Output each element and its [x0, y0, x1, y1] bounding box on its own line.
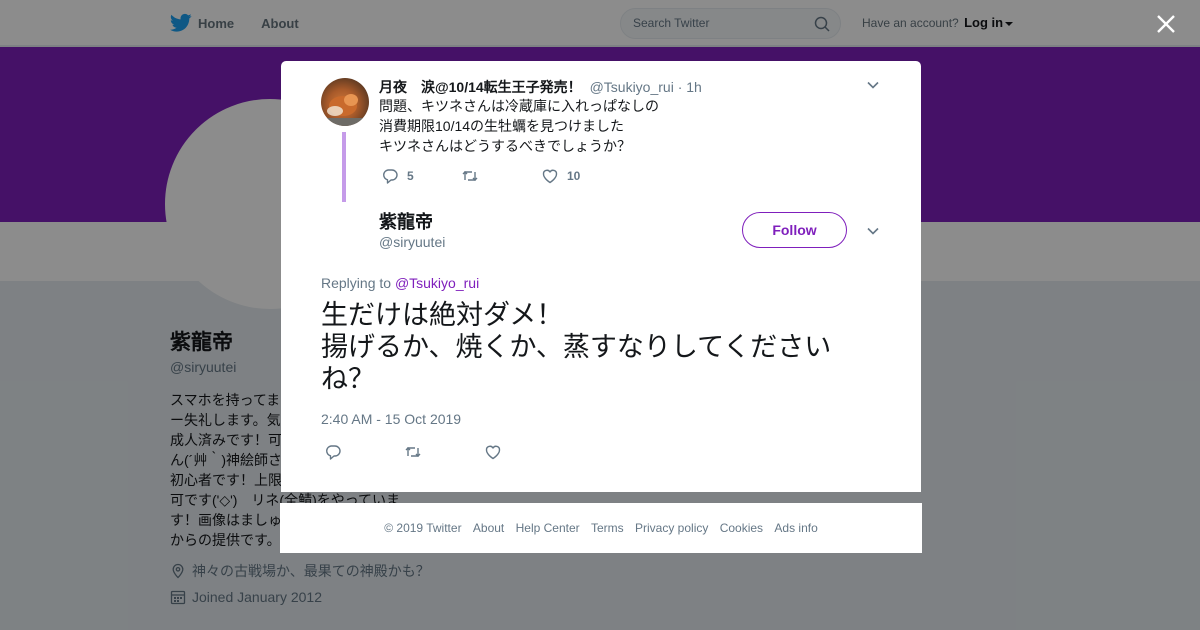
main-tweet-name[interactable]: 紫龍帝 [379, 208, 433, 234]
parent-tweet-header: 月夜 涙@10/14転生王子発売！ @Tsukiyo_rui · 1h [379, 77, 702, 97]
tweet-permalink-modal: 月夜 涙@10/14転生王子発売！ @Tsukiyo_rui · 1h 問題、キ… [281, 61, 921, 492]
follow-button[interactable]: Follow [742, 212, 847, 248]
thread-connector-line [342, 132, 346, 202]
footer-links: © 2019 Twitter About Help Center Terms P… [280, 521, 922, 535]
reply-icon[interactable] [381, 167, 399, 185]
retweet-icon[interactable] [461, 167, 479, 185]
parent-tweet-time[interactable]: · 1h [678, 79, 702, 95]
like-action[interactable]: 10 [541, 167, 580, 185]
retweet-action[interactable] [461, 167, 541, 185]
close-icon[interactable] [1155, 13, 1177, 35]
footer-copyright: © 2019 Twitter [384, 521, 462, 535]
footer-ads-link[interactable]: Ads info [774, 521, 817, 535]
footer-privacy-link[interactable]: Privacy policy [635, 521, 708, 535]
reply-action[interactable] [324, 443, 404, 461]
footer-cookies-link[interactable]: Cookies [720, 521, 763, 535]
parent-tweet-actions: 5 10 [381, 167, 580, 185]
footer-about-link[interactable]: About [473, 521, 504, 535]
replying-to: Replying to @Tsukiyo_rui [321, 275, 479, 291]
footer: © 2019 Twitter About Help Center Terms P… [280, 503, 922, 553]
parent-tweet-name[interactable]: 月夜 涙@10/14転生王子発売！ [379, 79, 582, 95]
main-tweet-actions [324, 443, 510, 461]
replying-prefix: Replying to [321, 275, 392, 291]
heart-icon[interactable] [541, 167, 559, 185]
reply-count: 5 [407, 169, 414, 183]
chevron-down-icon[interactable] [867, 81, 879, 89]
retweet-icon[interactable] [404, 443, 422, 461]
like-count: 10 [567, 169, 581, 183]
main-tweet-text: 生だけは絶対ダメ！ 揚げるか、焼くか、蒸すなりしてください ね？ [321, 300, 832, 395]
parent-tweet-handle[interactable]: @Tsukiyo_rui [590, 79, 674, 95]
reply-action[interactable]: 5 [381, 167, 461, 185]
fox-photo [321, 94, 369, 126]
tweet-timestamp[interactable]: 2:40 AM - 15 Oct 2019 [321, 411, 461, 427]
heart-icon[interactable] [484, 443, 502, 461]
retweet-action[interactable] [404, 443, 484, 461]
footer-help-link[interactable]: Help Center [516, 521, 580, 535]
reply-icon[interactable] [324, 443, 342, 461]
chevron-down-icon[interactable] [867, 227, 879, 235]
like-action[interactable] [484, 443, 510, 461]
replying-to-link[interactable]: @Tsukiyo_rui [395, 275, 479, 291]
main-tweet-handle[interactable]: @siryuutei [379, 234, 445, 250]
parent-tweet-text: 問題、キツネさんは冷蔵庫に入れっぱなしの 消費期限10/14の生牡蠣を見つけまし… [379, 98, 659, 154]
parent-tweet-avatar[interactable] [321, 78, 369, 126]
footer-terms-link[interactable]: Terms [591, 521, 624, 535]
